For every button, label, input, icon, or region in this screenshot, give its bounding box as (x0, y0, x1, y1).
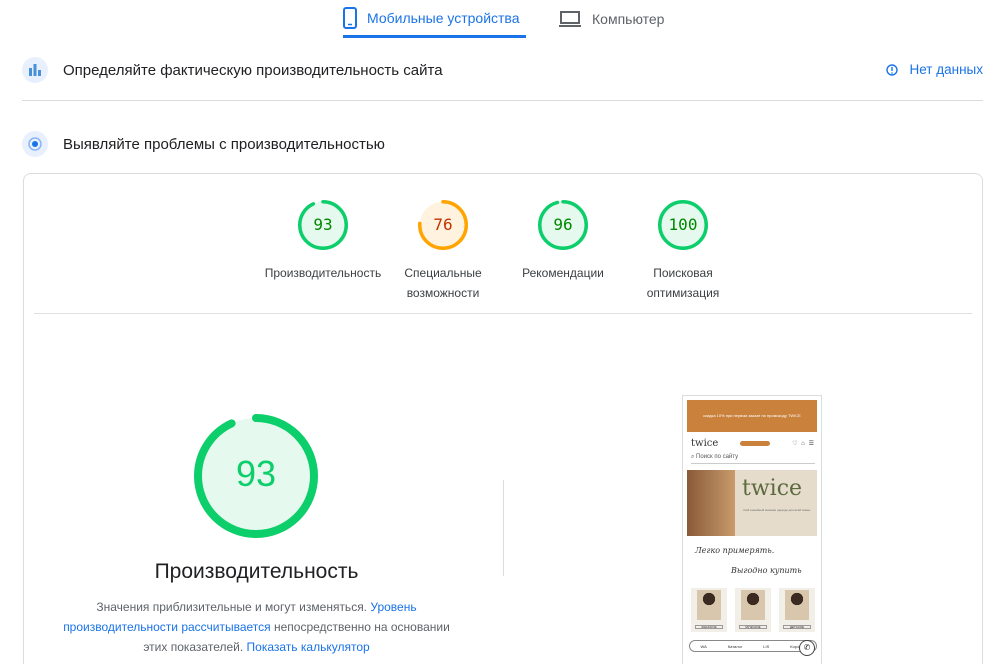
thumb-bottom-item: Каталог (727, 643, 743, 649)
field-data-section: Определяйте фактическую производительнос… (22, 48, 983, 92)
score-accessibility[interactable]: 76 Специальные возможности (378, 200, 508, 303)
section-divider (22, 100, 983, 101)
performance-title: Производительность (154, 560, 359, 583)
score-gauge: 100 (658, 200, 708, 250)
thumb-hero-text: твой семейный магазин одежды для всей се… (743, 508, 811, 512)
thumb-card-label: ДЕТСКОЕ (783, 625, 811, 629)
performance-gauge-large: 93 (194, 414, 318, 538)
score-gauge: 76 (418, 200, 468, 250)
performance-description: Значения приблизительные и могут изменят… (54, 597, 459, 657)
thumb-bottom-bar: WA Каталог LIS Корзина (689, 640, 817, 652)
score-value: 96 (553, 215, 573, 234)
score-performance[interactable]: 93 Производительность (258, 200, 388, 283)
field-data-title: Определяйте фактическую производительнос… (63, 61, 443, 79)
thumb-card: МУЖСКОЕ (735, 588, 771, 632)
score-value: 76 (433, 215, 453, 234)
thumb-header-icons: ♡ ⌂ ☰ (792, 440, 815, 447)
info-icon (885, 63, 898, 76)
desc-text-1: Значения приблизительные и могут изменят… (96, 600, 368, 614)
thumb-promo-bar: скидка 10% при первом заказе по промокод… (687, 400, 817, 432)
device-tabs: Мобильные устройства Компьютер (0, 0, 1007, 40)
thumb-script-1: Легко примерять. (695, 546, 775, 555)
thumb-bottom-item: LIS (763, 643, 770, 649)
score-best-practices[interactable]: 96 Рекомендации (498, 200, 628, 283)
thumb-script-2: Выгодно купить (731, 566, 802, 575)
thumb-logo: twice (691, 437, 719, 449)
thumb-card: ДЕТСКОЕ (779, 588, 815, 632)
scores-divider (34, 313, 972, 314)
thumb-hero-logo: twice (742, 476, 803, 501)
score-value: 93 (313, 215, 333, 234)
score-label: Рекомендации (522, 266, 604, 280)
final-screenshot: скидка 10% при первом заказе по промокод… (682, 395, 822, 664)
vertical-divider (503, 480, 504, 576)
performance-score-large: 93 (235, 453, 277, 494)
search-icon: ⌕ (691, 454, 695, 460)
no-data-link[interactable]: Нет данных (885, 62, 984, 77)
score-gauge: 96 (538, 200, 588, 250)
thumb-category-cards: ЖЕНСКОЕ МУЖСКОЕ ДЕТСКОЕ (691, 588, 815, 632)
thumb-hero-photo (687, 470, 735, 536)
thumb-search-text: Поиск по сайту (696, 454, 739, 460)
lab-data-title: Выявляйте проблемы с производительностью (63, 135, 385, 153)
thumb-card-label: ЖЕНСКОЕ (695, 625, 723, 629)
tab-desktop[interactable]: Компьютер (558, 0, 664, 38)
tab-desktop-label: Компьютер (592, 11, 665, 27)
tab-mobile[interactable]: Мобильные устройства (343, 0, 526, 38)
lighthouse-report-card: 93 Производительность 76 Специальные воз… (23, 173, 983, 664)
score-seo[interactable]: 100 Поисковая оптимизация (618, 200, 748, 303)
score-label: Специальные возможности (404, 266, 482, 300)
thumb-pill (740, 440, 771, 446)
thumb-card-photo (785, 590, 809, 620)
laptop-icon (559, 11, 581, 27)
score-label: Производительность (264, 266, 382, 280)
thumb-header: twice ♡ ⌂ ☰ (691, 436, 815, 450)
score-gauge: 93 (298, 200, 348, 250)
smartphone-icon (343, 6, 357, 29)
thumb-card-photo (697, 590, 721, 620)
show-calculator-link[interactable]: Показать калькулятор (247, 640, 370, 654)
thumb-card-label: МУЖСКОЕ (739, 625, 767, 629)
field-data-icon (22, 57, 48, 83)
thumb-card-photo (741, 590, 765, 620)
score-label: Поисковая оптимизация (646, 266, 720, 300)
phone-icon: ✆ (799, 640, 815, 656)
thumb-card: ЖЕНСКОЕ (691, 588, 727, 632)
lab-data-section: Выявляйте проблемы с производительностью (22, 122, 983, 166)
thumb-bottom-item: WA (700, 643, 707, 649)
tab-mobile-label: Мобильные устройства (367, 9, 520, 26)
thumb-hero: twice твой семейный магазин одежды для в… (687, 470, 817, 536)
thumb-search: ⌕ Поиск по сайту (691, 454, 815, 464)
category-scores: 93 Производительность 76 Специальные воз… (24, 200, 982, 320)
no-data-label: Нет данных (909, 62, 984, 77)
lab-data-icon (22, 131, 48, 157)
score-value: 100 (668, 215, 698, 234)
